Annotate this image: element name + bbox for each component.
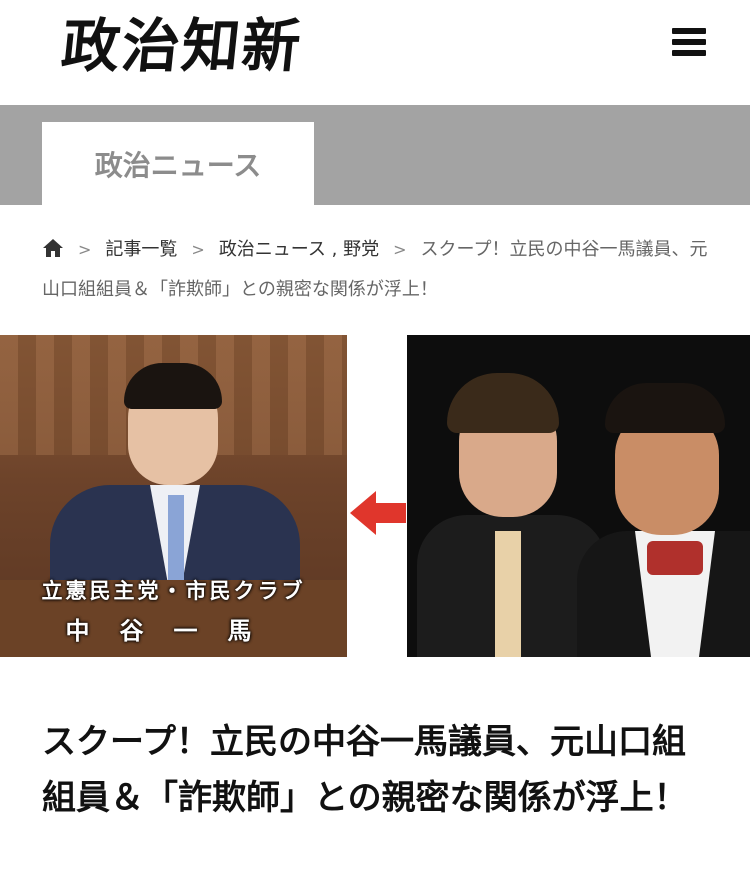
breadcrumb-item-opposition[interactable]: 野党 [343,239,379,260]
photo-caption-name: 中谷一馬 [65,617,282,645]
breadcrumb-item-politics-news[interactable]: 政治ニュース [219,239,326,260]
photo-caption-party: 立憲民主党・市民クラブ [41,579,306,603]
site-logo[interactable]: 政治知新 [58,6,306,86]
hamburger-menu-icon[interactable] [672,28,706,58]
breadcrumb-item-articles[interactable]: 記事一覧 [105,239,177,260]
breadcrumb-joiner: , [331,239,338,260]
home-icon[interactable] [42,238,64,258]
photo-speaker: 立憲民主党・市民クラブ 中谷一馬 [0,335,347,657]
category-tab[interactable]: 政治ニュース [42,122,314,205]
hero-image: 立憲民主党・市民クラブ 中谷一馬 [0,335,750,657]
red-arrow-left-icon [350,491,406,535]
photo-two-men [407,335,750,657]
chevron-right-icon: > [78,240,92,259]
site-header: 政治知新 [0,0,750,105]
breadcrumb: > 記事一覧 > 政治ニュース , 野党 > スクープ！立民の中谷一馬議員、元山口組組員＆… [42,230,712,310]
category-bar: 政治ニュース [0,105,750,205]
article-title: スクープ！立民の中谷一馬議員、元山口組組員＆「詐欺師」との親密な関係が浮上！ [42,722,688,818]
chevron-right-icon: > [393,240,407,259]
chevron-right-icon: > [191,240,205,259]
